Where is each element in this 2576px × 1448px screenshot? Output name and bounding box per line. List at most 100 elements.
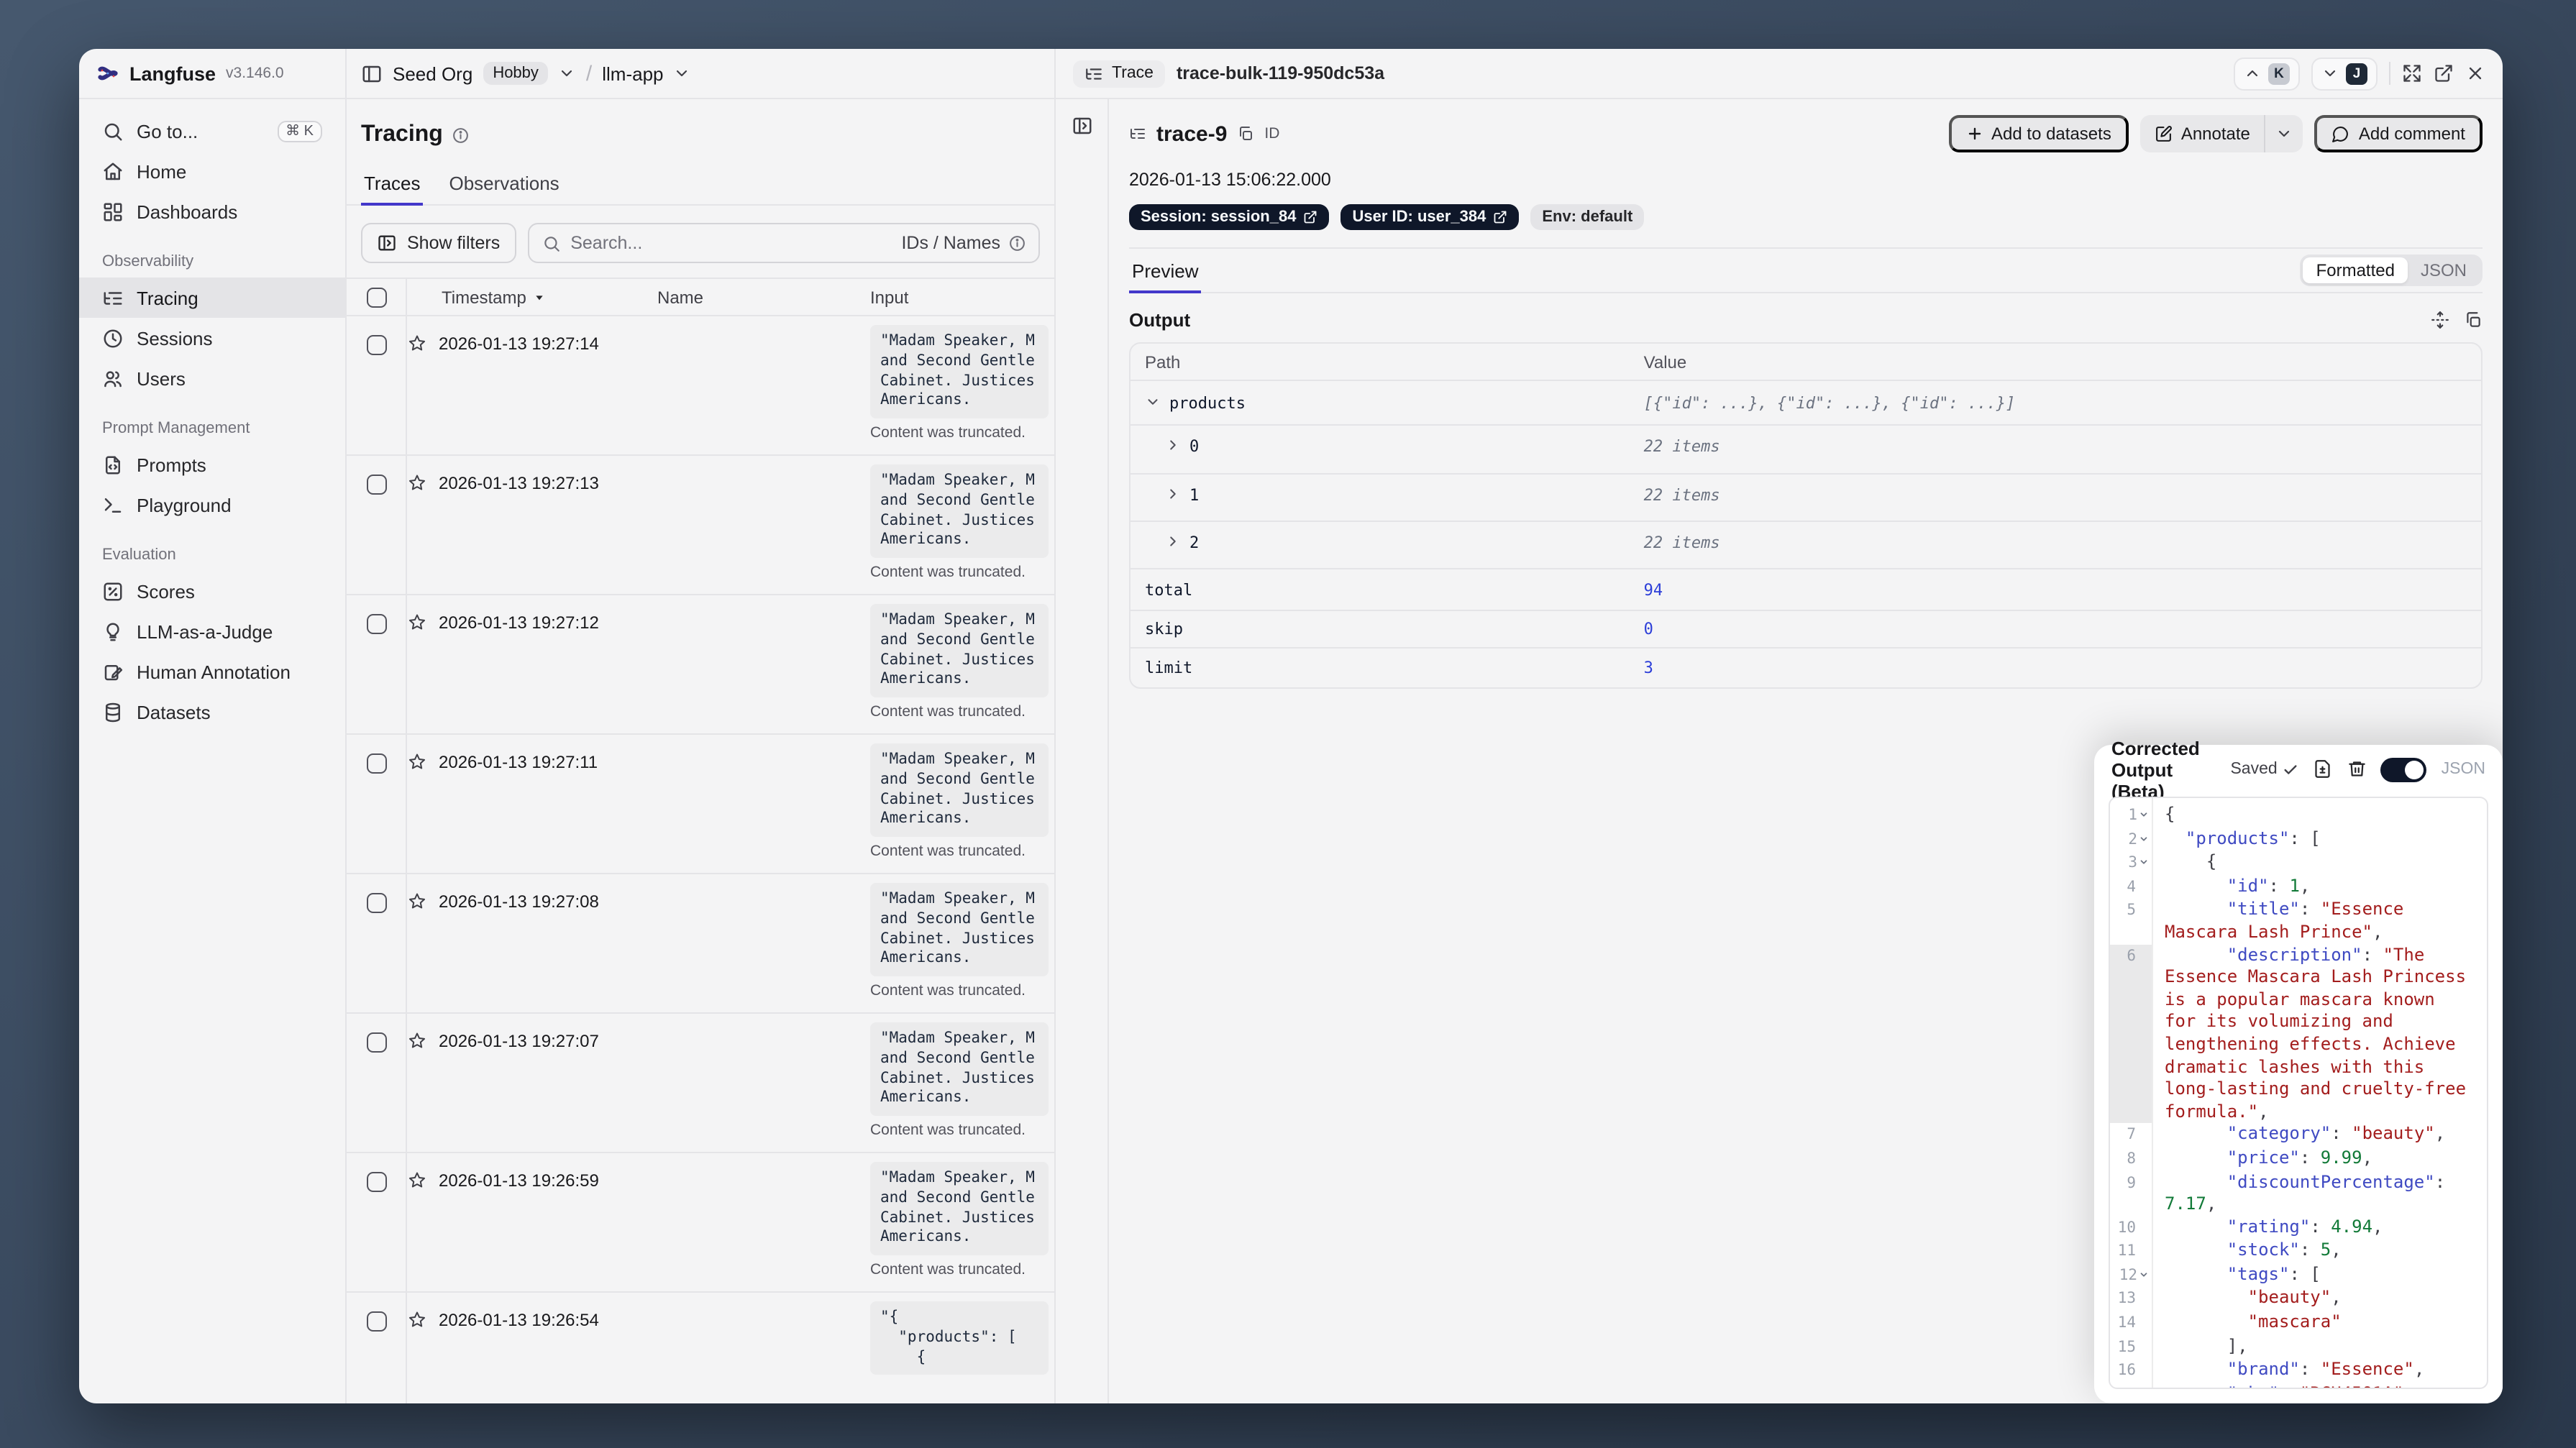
input-column-header[interactable]: Input — [870, 287, 1054, 307]
fold-chevron-icon[interactable] — [2139, 833, 2149, 843]
line-number[interactable]: 15 — [2110, 1335, 2153, 1360]
sidebar-item-home[interactable]: Home — [91, 151, 334, 191]
expander-icon[interactable] — [1165, 486, 1181, 505]
select-all-checkbox[interactable] — [366, 287, 386, 307]
code-line[interactable]: 8 "price": 9.99, — [2110, 1147, 2487, 1171]
sidebar-item-datasets[interactable]: Datasets — [91, 692, 334, 732]
next-trace-button[interactable]: J — [2311, 57, 2378, 90]
line-number[interactable]: 10 — [2110, 1216, 2153, 1240]
org-chevron-down-icon[interactable] — [559, 65, 576, 82]
line-number[interactable]: 4 — [2110, 875, 2153, 899]
code-line[interactable]: 14 "mascara" — [2110, 1311, 2487, 1336]
info-icon[interactable] — [452, 127, 470, 145]
json-editor[interactable]: 1{2 "products": [3 {4 "id": 1, 5 "title":… — [2109, 797, 2488, 1389]
prev-trace-button[interactable]: K — [2234, 57, 2300, 90]
output-row-total[interactable]: total 94 — [1131, 569, 2481, 611]
line-number[interactable]: 2 — [2110, 828, 2153, 852]
sidebar-item-human-annotation[interactable]: Human Annotation — [91, 651, 334, 692]
sidebar-item-playground[interactable]: Playground — [91, 485, 334, 525]
sidebar-item-tracing[interactable]: Tracing — [79, 278, 345, 318]
star-icon[interactable] — [407, 752, 427, 772]
code-line[interactable]: 11 "stock": 5, — [2110, 1239, 2487, 1264]
code-line[interactable]: 17 "sku": "RCH45Q1A", — [2110, 1383, 2487, 1388]
line-number[interactable]: 11 — [2110, 1239, 2153, 1264]
star-icon[interactable] — [407, 473, 427, 493]
expander-icon[interactable] — [1165, 533, 1181, 552]
table-row[interactable]: 2026-01-13 19:26:54 "{ "products": [ { — [347, 1293, 1054, 1403]
add-comment-button[interactable]: Add comment — [2314, 115, 2483, 152]
project-name[interactable]: llm-app — [602, 63, 663, 84]
copy-icon[interactable] — [1237, 125, 1254, 142]
star-icon[interactable] — [407, 613, 427, 633]
line-number[interactable]: 1 — [2110, 804, 2153, 828]
search-mode[interactable]: IDs / Names — [901, 233, 1026, 253]
code-line[interactable]: 3 { — [2110, 851, 2487, 876]
row-checkbox[interactable] — [366, 1311, 386, 1332]
row-checkbox[interactable] — [366, 614, 386, 634]
name-column-header[interactable]: Name — [657, 287, 870, 307]
expander-icon[interactable] — [1165, 437, 1181, 456]
code-line[interactable]: 15 ], — [2110, 1335, 2487, 1360]
sidebar-item-users[interactable]: Users — [91, 358, 334, 398]
code-line[interactable]: 13 "beauty", — [2110, 1287, 2487, 1312]
unfold-vertical-icon[interactable] — [2431, 311, 2449, 329]
fold-chevron-icon[interactable] — [2139, 1270, 2149, 1280]
output-row-skip[interactable]: skip 0 — [1131, 611, 2481, 649]
table-row[interactable]: 2026-01-13 19:27:14 "Madam Speaker, Mand … — [347, 316, 1054, 456]
badge-session[interactable]: Session: session_84 — [1129, 204, 1330, 230]
code-line[interactable]: 12 "tags": [ — [2110, 1263, 2487, 1288]
table-row[interactable]: 2026-01-13 19:27:07 "Madam Speaker, Mand … — [347, 1014, 1054, 1153]
expander-icon[interactable] — [1145, 393, 1161, 412]
line-number[interactable]: 8 — [2110, 1147, 2153, 1171]
row-checkbox[interactable] — [366, 1032, 386, 1053]
copy-icon[interactable] — [2464, 311, 2483, 329]
code-line[interactable]: 5 "title": "Essence Mascara Lash Prince"… — [2110, 899, 2487, 945]
file-diff-icon[interactable] — [2314, 760, 2333, 779]
output-row-2[interactable]: 2 22 items — [1131, 522, 2481, 569]
search-box[interactable]: IDs / Names — [527, 223, 1040, 263]
star-icon[interactable] — [407, 892, 427, 912]
annotate-dropdown-button[interactable] — [2264, 115, 2303, 152]
row-checkbox[interactable] — [366, 1172, 386, 1192]
table-row[interactable]: 2026-01-13 19:26:59 "Madam Speaker, Mand … — [347, 1153, 1054, 1293]
sidebar-item-scores[interactable]: Scores — [91, 571, 334, 611]
fold-chevron-icon[interactable] — [2139, 857, 2149, 867]
add-to-datasets-button[interactable]: Add to datasets — [1948, 115, 2129, 152]
code-line[interactable]: 1{ — [2110, 804, 2487, 828]
search-input[interactable] — [570, 233, 892, 253]
org-name[interactable]: Seed Org — [393, 63, 472, 84]
star-icon[interactable] — [407, 1170, 427, 1191]
line-number[interactable]: 5 — [2110, 899, 2153, 945]
sidebar-item-goto[interactable]: Go to... ⌘ K — [91, 111, 334, 151]
timestamp-column-header[interactable]: Timestamp — [407, 287, 657, 307]
code-line[interactable]: 10 "rating": 4.94, — [2110, 1216, 2487, 1240]
output-row-1[interactable]: 1 22 items — [1131, 475, 2481, 522]
format-option-json[interactable]: JSON — [2408, 257, 2480, 283]
panel-open-icon[interactable] — [1071, 115, 1092, 1403]
star-icon[interactable] — [407, 1310, 427, 1330]
line-number[interactable]: 7 — [2110, 1123, 2153, 1147]
row-checkbox[interactable] — [366, 475, 386, 495]
sidebar-toggle-icon[interactable] — [361, 63, 383, 84]
tab-preview[interactable]: Preview — [1129, 249, 1202, 293]
row-checkbox[interactable] — [366, 335, 386, 355]
line-number[interactable]: 16 — [2110, 1359, 2153, 1383]
sidebar-item-prompts[interactable]: Prompts — [91, 444, 334, 485]
format-option-formatted[interactable]: Formatted — [2303, 257, 2408, 283]
line-number[interactable]: 3 — [2110, 851, 2153, 876]
code-line[interactable]: 6 "description": "The Essence Mascara La… — [2110, 944, 2487, 1124]
star-icon[interactable] — [407, 1031, 427, 1051]
table-row[interactable]: 2026-01-13 19:27:08 "Madam Speaker, Mand … — [347, 874, 1054, 1014]
tab-traces[interactable]: Traces — [361, 167, 424, 206]
annotate-button[interactable]: Annotate — [2140, 115, 2265, 152]
line-number[interactable]: 13 — [2110, 1287, 2153, 1312]
output-row-products[interactable]: products [{"id": ...}, {"id": ...}, {"id"… — [1131, 381, 2481, 426]
expand-icon[interactable] — [2402, 63, 2422, 83]
star-icon[interactable] — [407, 334, 427, 354]
line-number[interactable]: 6 — [2110, 944, 2153, 1124]
line-number[interactable]: 9 — [2110, 1171, 2153, 1216]
code-line[interactable]: 16 "brand": "Essence", — [2110, 1359, 2487, 1383]
open-in-new-icon[interactable] — [2434, 63, 2454, 83]
trash-icon[interactable] — [2347, 760, 2367, 779]
sidebar-item-llm-as-a-judge[interactable]: LLM-as-a-Judge — [91, 611, 334, 651]
